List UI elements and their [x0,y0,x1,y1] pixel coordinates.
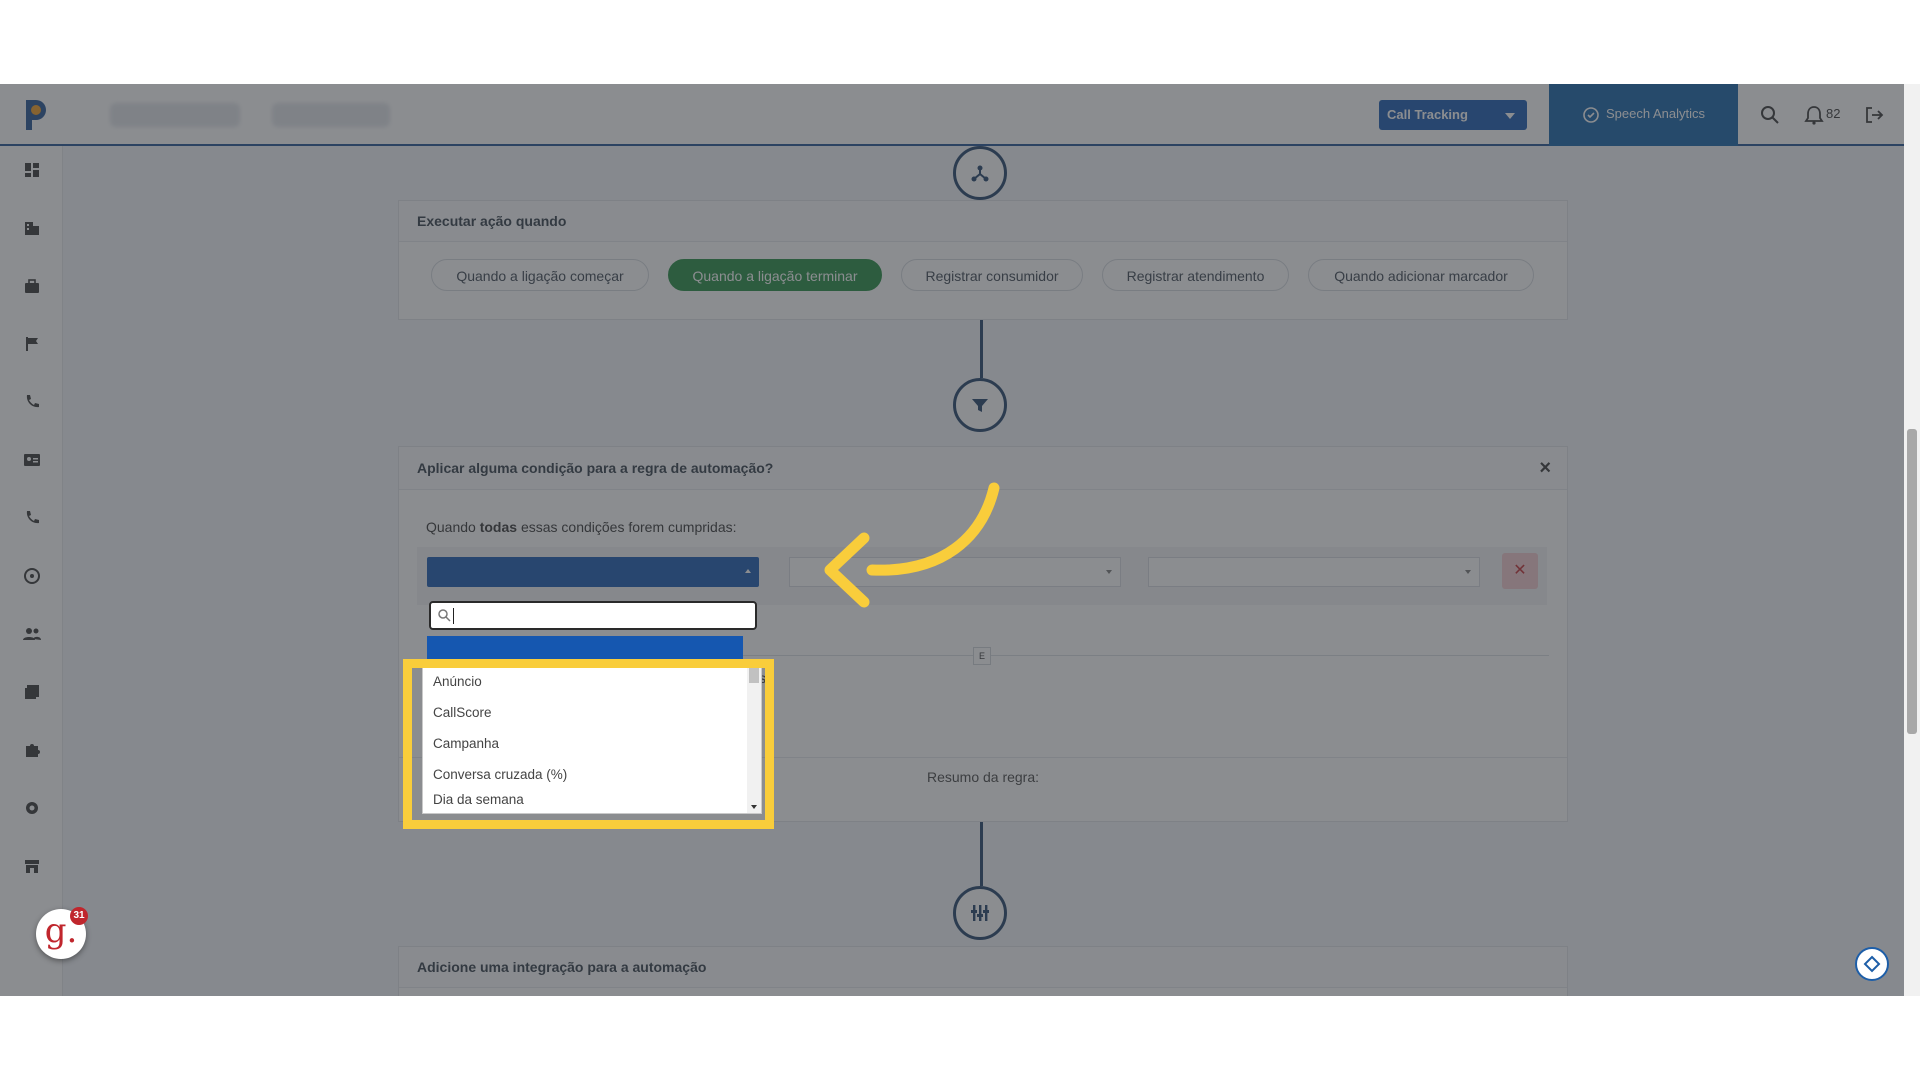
intro-bold: todas [479,519,518,535]
chevron-down-icon [1106,570,1112,574]
top-bar: Call Tracking Speech Analytics 82 [0,84,1920,146]
product-select-label: Call Tracking [1387,107,1468,122]
chevron-up-icon [745,569,751,573]
and-separator: E [973,647,991,665]
phone-call-icon[interactable] [22,508,42,528]
brand-logo[interactable] [20,96,52,134]
connector-line [980,822,983,886]
search-icon [438,609,451,622]
puzzle-icon[interactable] [22,740,42,760]
speech-analytics-button[interactable]: Speech Analytics [1549,84,1738,146]
avatar-badge: 31 [70,907,88,925]
text-cursor [453,608,454,624]
option-register-attendance[interactable]: Registrar atendimento [1102,259,1289,291]
close-icon[interactable]: × [1539,447,1551,489]
notifications-count: 82 [1826,106,1841,121]
fork-node-icon [953,146,1007,200]
users-icon[interactable] [22,624,42,644]
conditions-intro: Quando todas essas condições forem cumpr… [426,519,737,535]
remove-condition-button[interactable]: ✕ [1502,553,1538,589]
selected-option-bar[interactable] [427,636,743,660]
option-register-consumer[interactable]: Registrar consumidor [901,259,1083,291]
option-call-end[interactable]: Quando a ligação terminar [668,259,882,291]
trigger-card-title: Executar ação quando [399,201,1567,242]
gear-icon[interactable] [22,798,42,818]
briefcase-icon[interactable] [22,276,42,296]
value-select[interactable] [1148,557,1480,587]
speech-analytics-label: Speech Analytics [1605,106,1705,121]
dropdown-search-input[interactable] [429,601,757,630]
flag-icon[interactable] [22,334,42,354]
trigger-card: Executar ação quando Quando a ligação co… [398,200,1568,320]
building-icon[interactable] [22,218,42,238]
contact-card-icon[interactable] [22,450,42,470]
intro-prefix: Quando [426,519,480,535]
help-icon [1863,955,1881,973]
documents-icon[interactable] [22,682,42,702]
chevron-down-icon [1505,113,1515,119]
integration-card-title: Adicione uma integração para a automação [399,947,1567,988]
connector-line [980,320,983,378]
filter-node-icon [953,378,1007,432]
option-call-start[interactable]: Quando a ligação começar [431,259,649,291]
intro-suffix: essas condições forem cumpridas: [517,519,737,535]
chevron-down-icon [1465,570,1471,574]
sidebar [0,146,63,996]
integration-node-icon [953,886,1007,940]
blurred-tab-2[interactable] [272,103,390,127]
phone-icon[interactable] [22,392,42,412]
blurred-tab-1[interactable] [110,103,240,127]
speech-analytics-icon [1583,106,1599,123]
help-button[interactable] [1855,947,1889,981]
page-scrollbar-thumb[interactable] [1907,429,1917,734]
search-icon[interactable] [1759,104,1781,126]
field-select[interactable] [427,557,759,587]
condition-card-title: Aplicar alguma condição para a regra de … [417,460,774,476]
store-icon[interactable] [22,856,42,876]
bell-icon[interactable] [1803,104,1825,126]
option-add-tag[interactable]: Quando adicionar marcador [1308,259,1534,291]
product-select[interactable]: Call Tracking [1379,100,1527,130]
dashboard-icon[interactable] [22,160,42,180]
integration-card: Adicione uma integração para a automação [398,946,1568,996]
speedometer-icon[interactable] [22,566,42,586]
separator-line [699,655,1549,656]
highlight-frame [403,659,774,829]
logout-icon[interactable] [1863,104,1885,126]
pointer-arrow-icon [824,482,1000,608]
page-scrollbar[interactable] [1904,84,1920,996]
